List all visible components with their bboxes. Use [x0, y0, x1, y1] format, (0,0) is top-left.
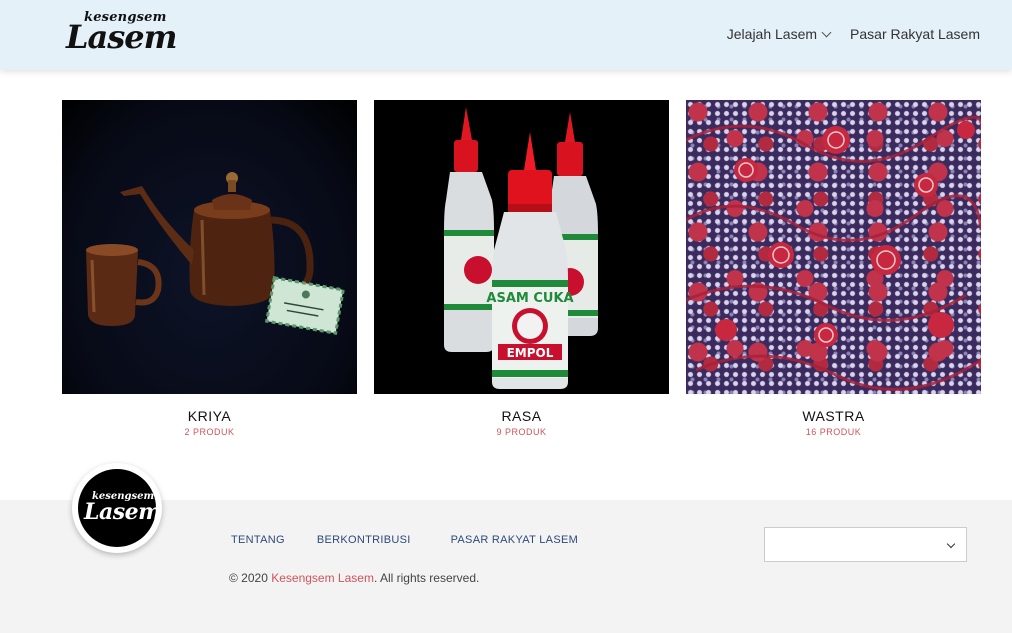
copyright-text: © 2020 Kesengsem Lasem. All rights reser…: [229, 571, 479, 585]
nav-item-jelajah-lasem[interactable]: Jelajah Lasem: [726, 26, 832, 42]
category-title: KRIYA: [187, 408, 232, 424]
wastra-image[interactable]: [686, 100, 981, 394]
svg-text:EMPOL: EMPOL: [507, 346, 554, 360]
footer-logo[interactable]: kesengsem Lasem: [72, 463, 162, 553]
kriya-image[interactable]: [62, 100, 357, 394]
site-header: kesengsem Lasem Jelajah Lasem Pasar Raky…: [0, 0, 1012, 70]
footer-logo-badge: kesengsem Lasem: [78, 469, 161, 547]
category-card-wastra[interactable]: WASTRA 16 PRODUK: [686, 100, 981, 437]
footer-select[interactable]: [764, 527, 967, 562]
copyright-suffix: . All rights reserved.: [373, 571, 480, 585]
footer-link-berkontribusi[interactable]: BERKONTRIBUSI: [317, 534, 411, 546]
site-logo[interactable]: kesengsem Lasem: [62, 6, 177, 62]
main-nav: Jelajah Lasem Pasar Rakyat Lasem: [727, 26, 980, 42]
category-count: 2 PRODUK: [184, 427, 235, 437]
footer-link-tentang[interactable]: TENTANG: [231, 534, 285, 546]
category-title: RASA: [501, 408, 542, 424]
product-categories: KRIYA 2 PRODUK ASAM CUKA EMPOL RASA 9 PR…: [62, 100, 981, 437]
footer-link-pasar-rakyat-lasem[interactable]: PASAR RAKYAT LASEM: [451, 534, 578, 546]
category-card-rasa[interactable]: ASAM CUKA EMPOL RASA 9 PRODUK: [374, 100, 669, 437]
nav-item-label: Pasar Rakyat Lasem: [850, 26, 980, 42]
logo-big-text: Lasem: [66, 18, 177, 56]
chevron-down-icon: [946, 539, 956, 549]
category-title: WASTRA: [802, 408, 865, 424]
rasa-image[interactable]: ASAM CUKA EMPOL: [374, 100, 669, 394]
svg-text:ASAM CUKA: ASAM CUKA: [486, 291, 573, 306]
chevron-down-icon: [821, 27, 832, 37]
footer-logo-big-text: Lasem: [84, 499, 161, 525]
copyright-brand-link[interactable]: Kesengsem Lasem: [271, 571, 374, 585]
category-count: 16 PRODUK: [805, 427, 862, 437]
nav-item-label: Jelajah Lasem: [726, 26, 818, 42]
footer-links: TENTANG BERKONTRIBUSI PASAR RAKYAT LASEM: [231, 534, 578, 546]
nav-item-pasar-rakyat-lasem[interactable]: Pasar Rakyat Lasem: [850, 26, 980, 42]
category-card-kriya[interactable]: KRIYA 2 PRODUK: [62, 100, 357, 437]
copyright-prefix: © 2020: [229, 571, 272, 585]
category-count: 9 PRODUK: [496, 427, 547, 437]
